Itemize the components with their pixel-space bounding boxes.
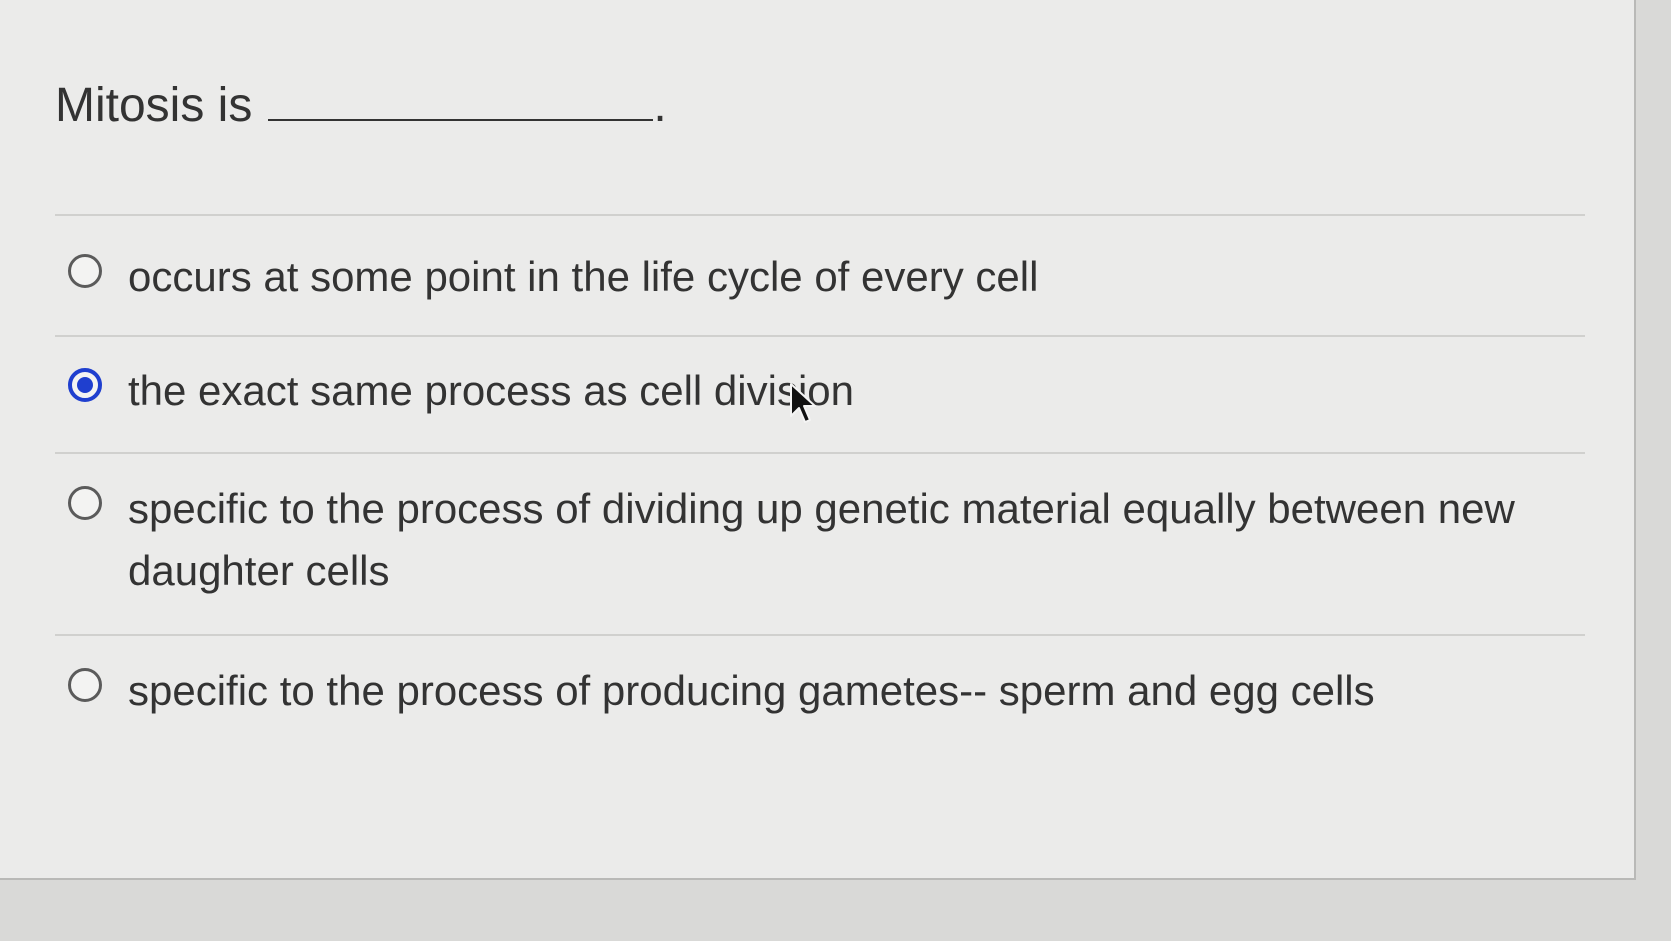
option-label: specific to the process of producing gam… [128,667,1375,714]
radio-button[interactable] [68,668,102,702]
question-suffix: . [653,79,667,132]
divider [55,452,1585,454]
radio-button[interactable] [68,254,102,288]
question-card: Mitosis is. occurs at some point in the … [0,0,1636,880]
option-label: occurs at some point in the life cycle o… [128,253,1039,300]
option-1[interactable]: occurs at some point in the life cycle o… [68,246,1538,308]
option-label: the exact same process as cell division [128,367,854,414]
divider [55,634,1585,636]
mouse-pointer-icon [790,383,816,423]
option-3[interactable]: specific to the process of dividing up g… [68,478,1538,602]
radio-button-selected[interactable] [68,368,102,402]
question-text: Mitosis is. [55,78,667,134]
radio-button[interactable] [68,486,102,520]
option-label: specific to the process of dividing up g… [128,485,1515,594]
question-prefix: Mitosis is [55,79,253,132]
answer-blank [268,79,654,121]
divider [55,335,1585,337]
divider [55,214,1585,216]
option-4[interactable]: specific to the process of producing gam… [68,660,1538,722]
